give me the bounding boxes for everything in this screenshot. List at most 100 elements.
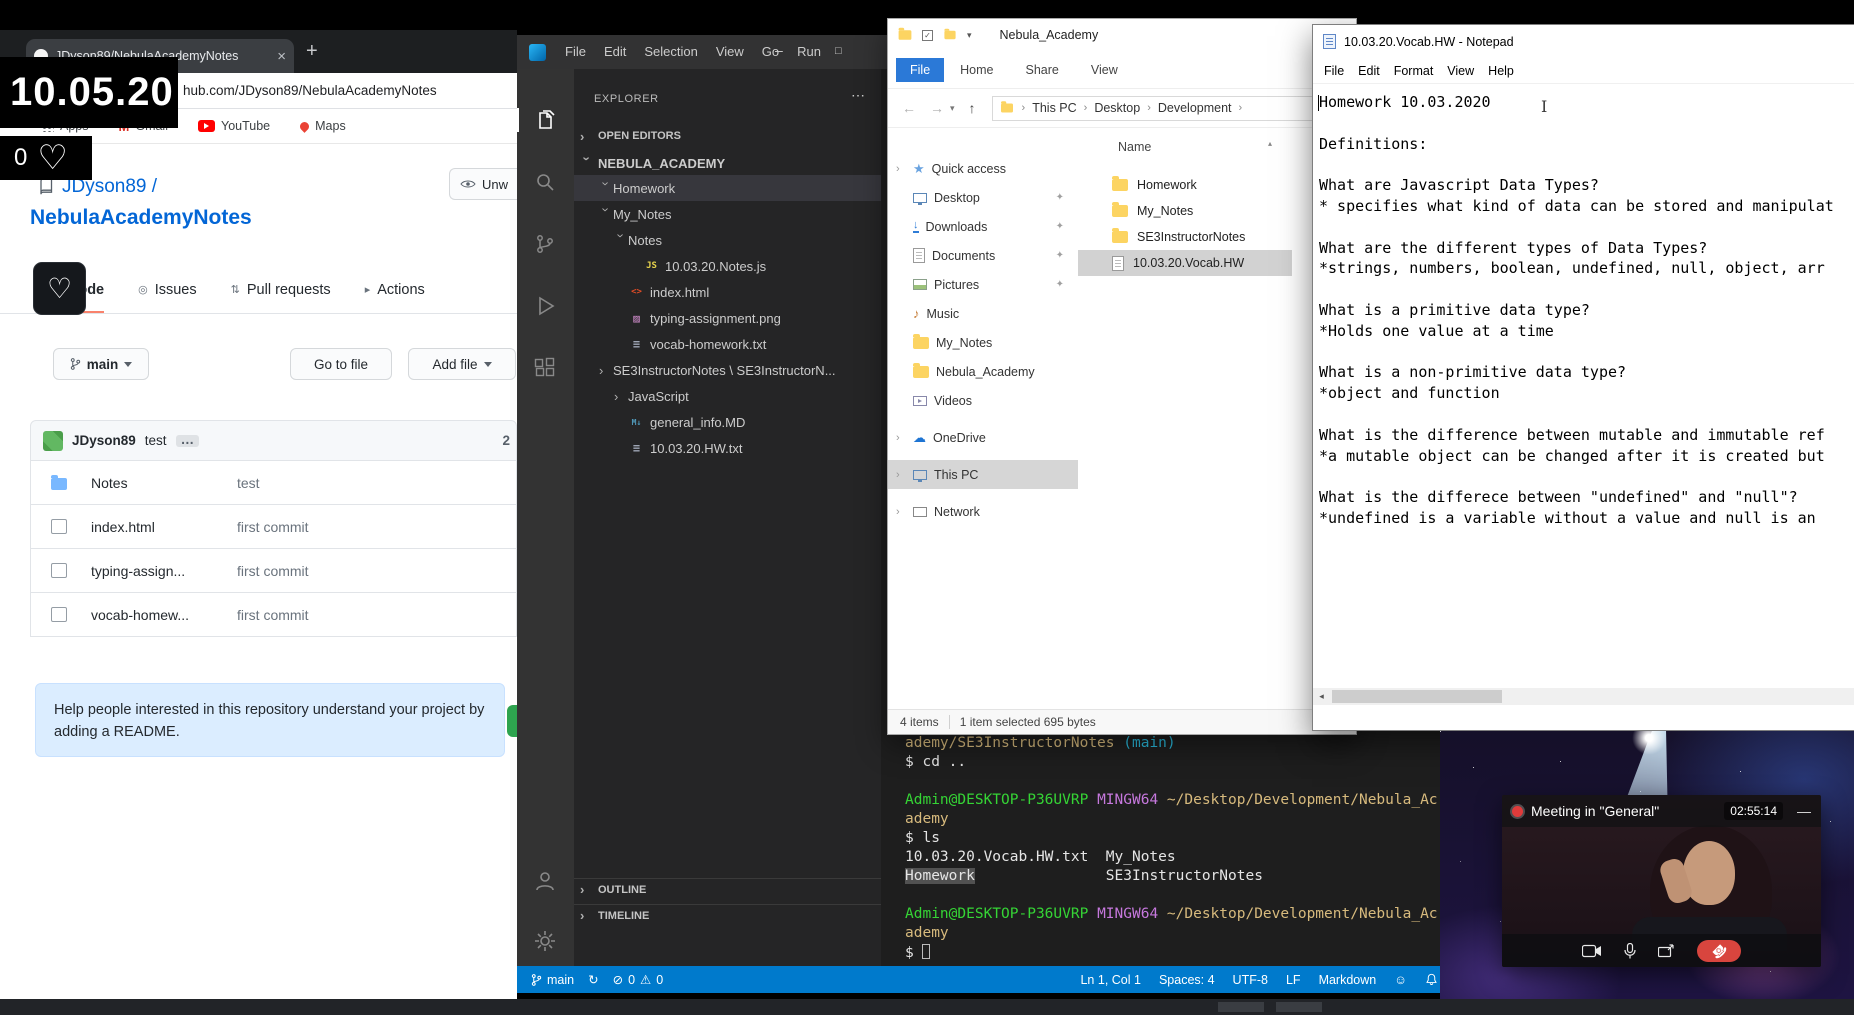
notepad-menu-edit[interactable]: Edit (1351, 64, 1387, 78)
bookmark-maps[interactable]: Maps (298, 119, 346, 133)
bookmark-youtube[interactable]: YouTube (198, 119, 270, 133)
goto-file-button[interactable]: Go to file (290, 348, 392, 380)
nav-pictures[interactable]: Pictures ✦ (888, 270, 1078, 299)
file-name[interactable]: Notes (91, 475, 128, 491)
nav-nebula-academy[interactable]: Nebula_Academy (888, 357, 1078, 386)
notepad-menu-help[interactable]: Help (1481, 64, 1521, 78)
notepad-menu-view[interactable]: View (1440, 64, 1481, 78)
avatar[interactable] (43, 430, 63, 451)
nav-documents[interactable]: Documents ✦ (888, 241, 1078, 270)
github-tab-issues[interactable]: ◎ Issues (138, 268, 197, 313)
folder-icon[interactable] (944, 28, 956, 40)
tree-item-homework[interactable]: › Homework (574, 175, 881, 201)
tree-item-javascript[interactable]: › JavaScript (574, 383, 881, 409)
nav-network[interactable]: › Network (888, 497, 1078, 526)
integrated-terminal[interactable]: ademy/SE3InstructorNotes (main) $ cd .. A… (905, 735, 1438, 963)
encoding[interactable]: UTF-8 (1233, 973, 1268, 987)
meeting-header[interactable]: Meeting in "General" 02:55:14 — (1502, 795, 1821, 827)
tree-item-general-info-md[interactable]: M↓ general_info.MD (574, 409, 881, 435)
file-item-my-notes[interactable]: My_Notes (1078, 198, 1292, 224)
notepad-titlebar[interactable]: 10.03.20.Vocab.HW - Notepad (1313, 25, 1854, 58)
nav-quick-access[interactable]: › ★ Quick access (888, 154, 1078, 183)
repo-file-row[interactable]: typing-assign... first commit (30, 549, 517, 593)
commit-message[interactable]: first commit (237, 563, 309, 579)
microphone-icon[interactable] (1624, 942, 1636, 959)
tree-item-index-html[interactable]: <> index.html (574, 279, 881, 305)
nav-onedrive[interactable]: › ☁ OneDrive (888, 423, 1078, 452)
breadcrumb-this-pc[interactable]: This PC (1032, 101, 1076, 115)
column-header-name[interactable]: ▴ Name (1118, 139, 1272, 154)
settings-gear-icon[interactable] (533, 929, 557, 953)
add-file-button[interactable]: Add file (408, 348, 516, 380)
window-maximize-icon[interactable]: □ (835, 35, 842, 67)
tree-item-10-03-20-hw-txt[interactable]: ≡ 10.03.20.HW.txt (574, 435, 881, 461)
horizontal-scrollbar[interactable]: ◂ (1313, 688, 1854, 705)
github-tab-actions[interactable]: ▸ Actions (365, 268, 425, 313)
explorer-titlebar[interactable]: ✓ ▾ Nebula_Academy (888, 19, 1356, 51)
tree-item-vocab-homework-txt[interactable]: ≡ vocab-homework.txt (574, 331, 881, 357)
notifications-bell-icon[interactable] (1425, 973, 1438, 987)
more-actions-icon[interactable]: ⋯ (851, 87, 865, 104)
nav-this-pc[interactable]: › This PC (888, 460, 1078, 489)
language-mode[interactable]: Markdown (1319, 973, 1377, 987)
checkbox-icon[interactable]: ✓ (922, 29, 933, 41)
nav-desktop[interactable]: Desktop ✦ (888, 183, 1078, 212)
latest-commit-bar[interactable]: JDyson89 test … 2 (30, 420, 517, 461)
share-screen-icon[interactable] (1658, 943, 1675, 958)
taskbar-item[interactable] (1276, 1002, 1322, 1012)
sync-icon[interactable]: ↻ (588, 972, 598, 987)
menu-selection[interactable]: Selection (635, 35, 706, 69)
up-icon[interactable]: ↑ (969, 100, 976, 116)
extensions-icon[interactable] (533, 356, 557, 380)
new-tab-button[interactable]: + (306, 40, 318, 63)
file-name[interactable]: index.html (91, 519, 155, 535)
commit-author[interactable]: JDyson89 (72, 433, 136, 448)
address-bar[interactable]: › This PC › Desktop › Development › (991, 95, 1322, 121)
tree-item-typing-assignment-png[interactable]: ▨ typing-assignment.png (574, 305, 881, 331)
github-tab-pull-requests[interactable]: ⇅ Pull requests (231, 268, 331, 313)
meeting-minimize-icon[interactable]: — (1797, 803, 1811, 819)
ribbon-tab-view[interactable]: View (1075, 58, 1134, 82)
add-readme-button[interactable] (507, 705, 517, 737)
breadcrumb-development[interactable]: Development (1158, 101, 1232, 115)
explorer-files-icon[interactable] (517, 108, 557, 132)
repo-file-row[interactable]: vocab-homew... first commit (30, 593, 517, 637)
branch-select-button[interactable]: main (53, 348, 149, 380)
commit-message[interactable]: first commit (237, 607, 309, 623)
unwatch-button[interactable]: Unw (449, 168, 517, 200)
ribbon-tab-share[interactable]: Share (1010, 58, 1075, 82)
problems-indicator[interactable]: ⊘ 0 ⚠ 0 (613, 972, 664, 988)
notepad-text-area[interactable]: Homework 10.03.2020 Definitions: What ar… (1313, 84, 1854, 688)
nav-music[interactable]: ♪ Music (888, 299, 1078, 328)
account-icon[interactable] (533, 869, 557, 893)
forward-icon[interactable]: → (930, 100, 944, 116)
tab-close-icon[interactable]: × (277, 48, 286, 65)
outline-section[interactable]: › OUTLINE (574, 878, 881, 900)
file-item-se3instructornotes[interactable]: SE3InstructorNotes (1078, 224, 1292, 250)
eol-sequence[interactable]: LF (1286, 973, 1301, 987)
notepad-menu-format[interactable]: Format (1387, 64, 1441, 78)
repo-file-row[interactable]: index.html first commit (30, 505, 517, 549)
back-icon[interactable]: ← (902, 100, 916, 116)
nav-videos[interactable]: Videos (888, 386, 1078, 415)
commit-ellipsis-button[interactable]: … (175, 432, 200, 447)
commit-count[interactable]: 2 (502, 433, 510, 448)
menu-view[interactable]: View (707, 35, 753, 69)
tree-item-se3instructornotes-se3instructorn-[interactable]: › SE3InstructorNotes \ SE3InstructorN... (574, 357, 881, 383)
search-icon[interactable] (533, 170, 557, 194)
indentation[interactable]: Spaces: 4 (1159, 973, 1215, 987)
history-chevron-icon[interactable]: ▾ (950, 103, 955, 114)
tree-item-10-03-20-notes-js[interactable]: JS 10.03.20.Notes.js (574, 253, 881, 279)
menu-file[interactable]: File (556, 35, 595, 69)
workspace-root-item[interactable]: › NEBULA_ACADEMY (574, 151, 881, 175)
hang-up-button[interactable]: ☎ (1697, 939, 1741, 962)
commit-message[interactable]: test (237, 475, 260, 491)
taskbar-item[interactable] (1218, 1002, 1264, 1012)
window-minimize-icon[interactable]: – (775, 35, 783, 65)
commit-message[interactable]: first commit (237, 519, 309, 535)
open-editors-section[interactable]: › OPEN EDITORS (574, 125, 881, 147)
nav-my-notes[interactable]: My_Notes (888, 328, 1078, 357)
file-name[interactable]: vocab-homew... (91, 607, 189, 623)
menu-run[interactable]: Run (788, 35, 830, 69)
feedback-smiley-icon[interactable]: ☺ (1394, 973, 1407, 987)
